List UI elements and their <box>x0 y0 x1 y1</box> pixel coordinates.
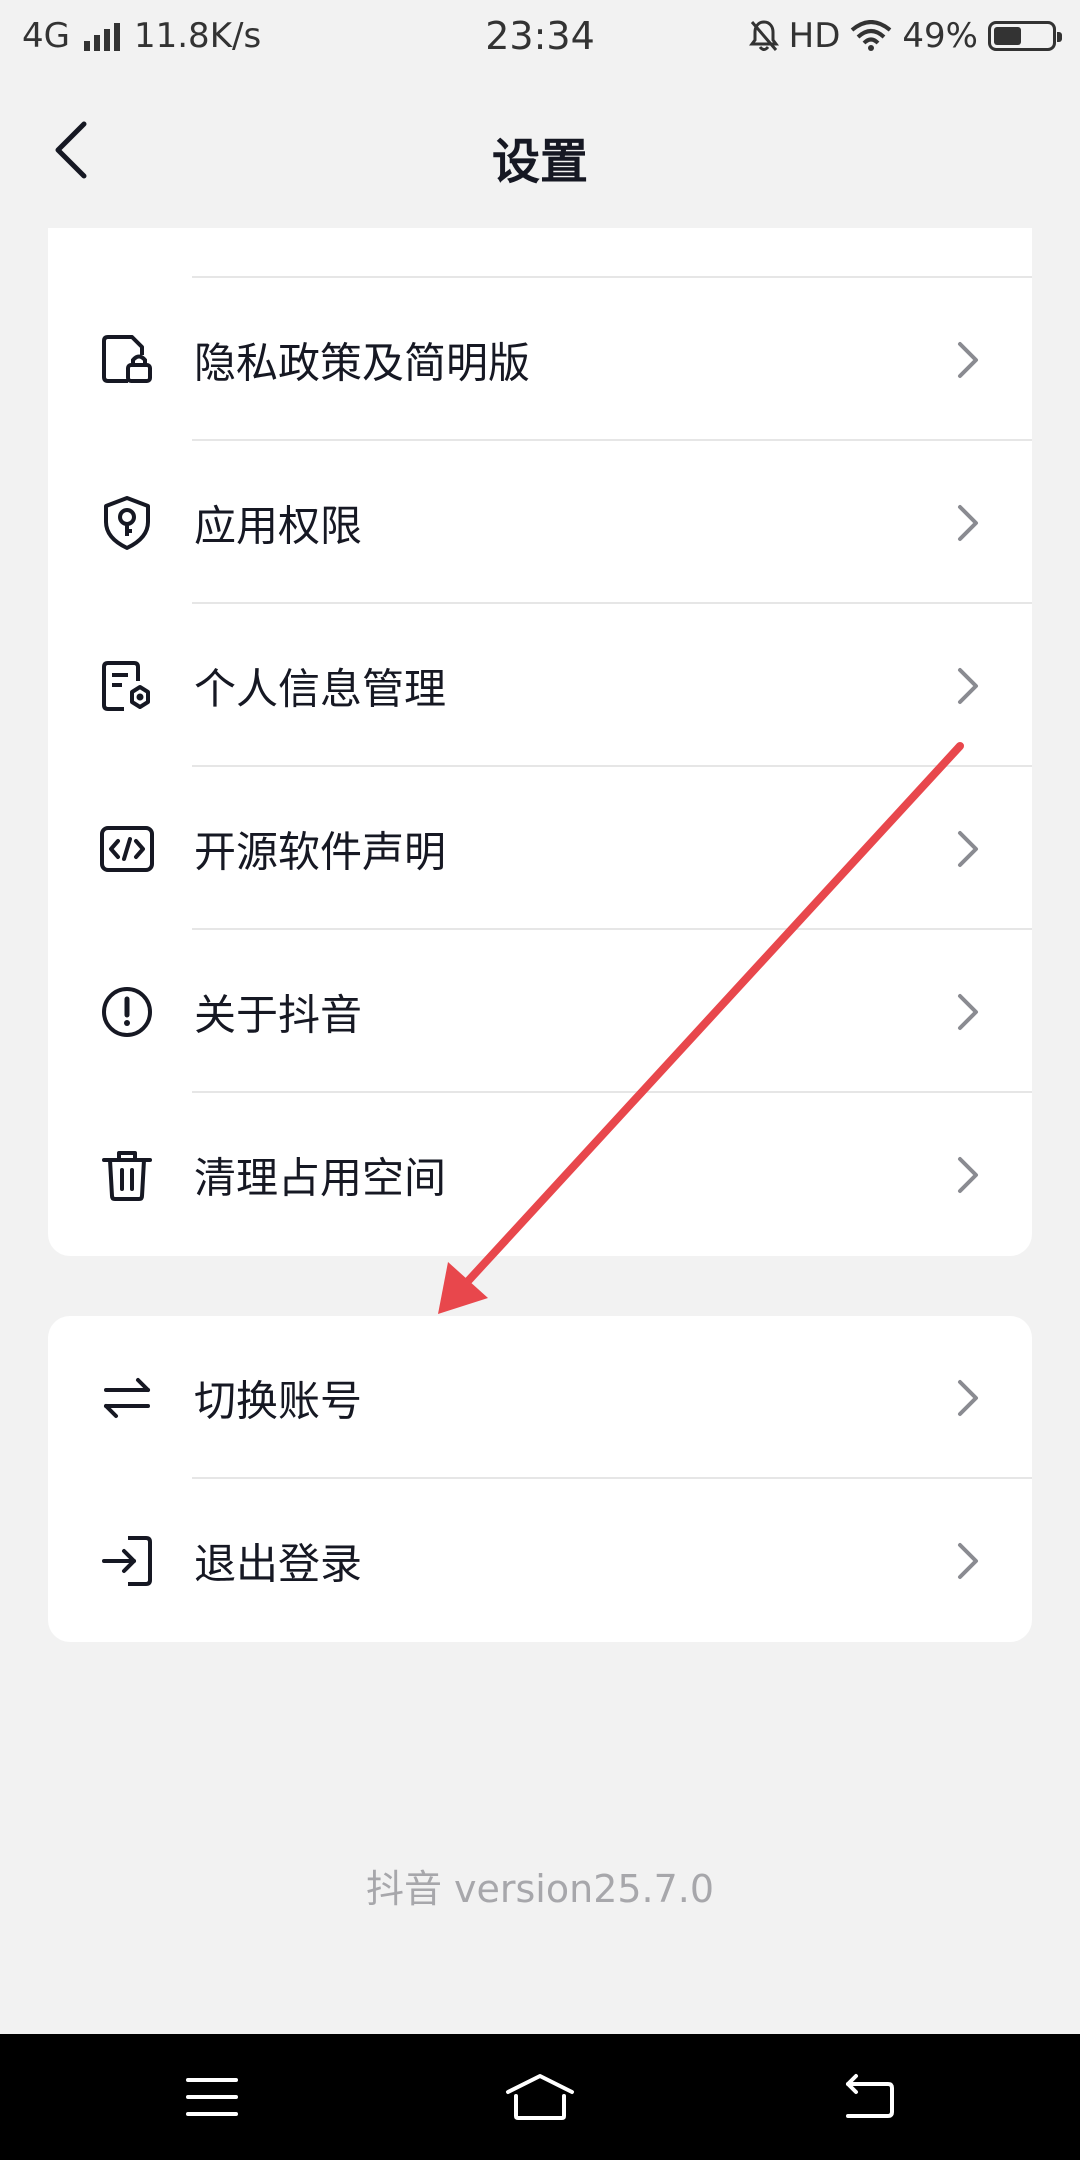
menu-item-logout[interactable]: 退出登录 <box>48 1479 1032 1642</box>
document-lock-icon <box>102 334 152 383</box>
nav-home-button[interactable] <box>504 2072 576 2122</box>
menu-item-open-source[interactable]: 开源软件声明 <box>48 767 1032 930</box>
switch-arrows-icon <box>104 1377 150 1418</box>
mute-bell-icon <box>748 20 779 51</box>
chevron-right-icon <box>958 1156 978 1193</box>
wifi-icon <box>851 20 892 51</box>
chevron-right-icon <box>958 667 978 704</box>
code-icon <box>100 825 154 872</box>
battery-percent: 49% <box>902 16 978 56</box>
shield-key-icon <box>104 495 150 550</box>
system-nav-bar <box>0 2034 1080 2160</box>
menu-item-clear-storage[interactable]: 清理占用空间 <box>48 1093 1032 1256</box>
menu-item-about[interactable]: 关于抖音 <box>48 930 1032 1093</box>
battery-icon <box>988 21 1062 51</box>
nav-menu-button[interactable] <box>184 2072 240 2122</box>
menu-item-app-permissions[interactable]: 应用权限 <box>48 441 1032 604</box>
nav-back-button[interactable] <box>840 2072 896 2122</box>
chevron-right-icon <box>958 993 978 1030</box>
status-right: HD 49% <box>748 16 1062 56</box>
settings-card-main: 隐私政策及简明版 应用权限 个人信息管理 开源软件声明 关于抖音 清理占用空间 <box>48 228 1032 1256</box>
logout-icon <box>102 1535 152 1586</box>
menu-label: 隐私政策及简明版 <box>194 338 531 387</box>
chevron-right-icon <box>958 1379 978 1416</box>
chevron-right-icon <box>958 1542 978 1579</box>
trash-icon <box>102 1150 152 1201</box>
menu-label: 开源软件声明 <box>194 827 447 876</box>
battery-fill <box>994 27 1021 45</box>
menu-lines-icon <box>186 2078 238 2116</box>
home-icon <box>506 2074 574 2120</box>
battery-nub <box>1057 32 1062 42</box>
previous-item-tail <box>48 228 1032 278</box>
return-icon <box>846 2074 894 2118</box>
menu-label: 关于抖音 <box>194 990 363 1039</box>
menu-label: 个人信息管理 <box>194 664 447 713</box>
menu-item-personal-info[interactable]: 个人信息管理 <box>48 604 1032 767</box>
hd-badge: HD <box>788 16 841 56</box>
chevron-right-icon <box>958 341 978 378</box>
menu-label: 应用权限 <box>194 501 363 550</box>
document-gear-icon <box>102 660 150 711</box>
menu-label: 清理占用空间 <box>194 1153 447 1202</box>
menu-label: 退出登录 <box>194 1539 363 1588</box>
menu-item-switch-account[interactable]: 切换账号 <box>48 1316 1032 1479</box>
chevron-right-icon <box>958 504 978 541</box>
info-circle-icon <box>102 986 152 1037</box>
header: 设置 <box>0 76 1080 226</box>
status-bar: 4G 11.8K/s 23:34 HD 49% <box>0 0 1080 76</box>
menu-label: 切换账号 <box>194 1376 363 1425</box>
version-text: 抖音 version25.7.0 <box>365 1867 715 1911</box>
chevron-right-icon <box>958 830 978 867</box>
menu-item-privacy-policy[interactable]: 隐私政策及简明版 <box>48 278 1032 441</box>
page-title: 设置 <box>491 134 588 190</box>
settings-card-account: 切换账号 退出登录 <box>48 1316 1032 1642</box>
